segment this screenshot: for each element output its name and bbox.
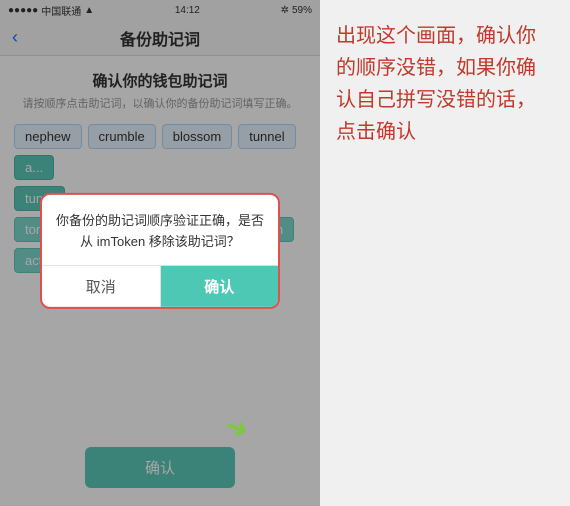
annotation-text: 出现这个画面，确认你的顺序没错，如果你确认自己拼写没错的话，点击确认	[336, 20, 554, 148]
annotation-panel: 出现这个画面，确认你的顺序没错，如果你确认自己拼写没错的话，点击确认	[320, 0, 570, 506]
dialog-buttons: 取消 确认	[42, 264, 278, 306]
dialog-cancel-button[interactable]: 取消	[42, 265, 161, 306]
dialog-confirm-button[interactable]: 确认	[161, 265, 279, 306]
dialog: 你备份的助记词顺序验证正确，是否从 imToken 移除该助记词？ 取消 确认	[40, 193, 280, 309]
phone-frame: ●●●●● 中国联通 ▲ 14:12 ✲ 59% ‹ 备份助记词 确认你的钱包助…	[0, 0, 320, 506]
dialog-message: 你备份的助记词顺序验证正确，是否从 imToken 移除该助记词？	[42, 195, 278, 265]
